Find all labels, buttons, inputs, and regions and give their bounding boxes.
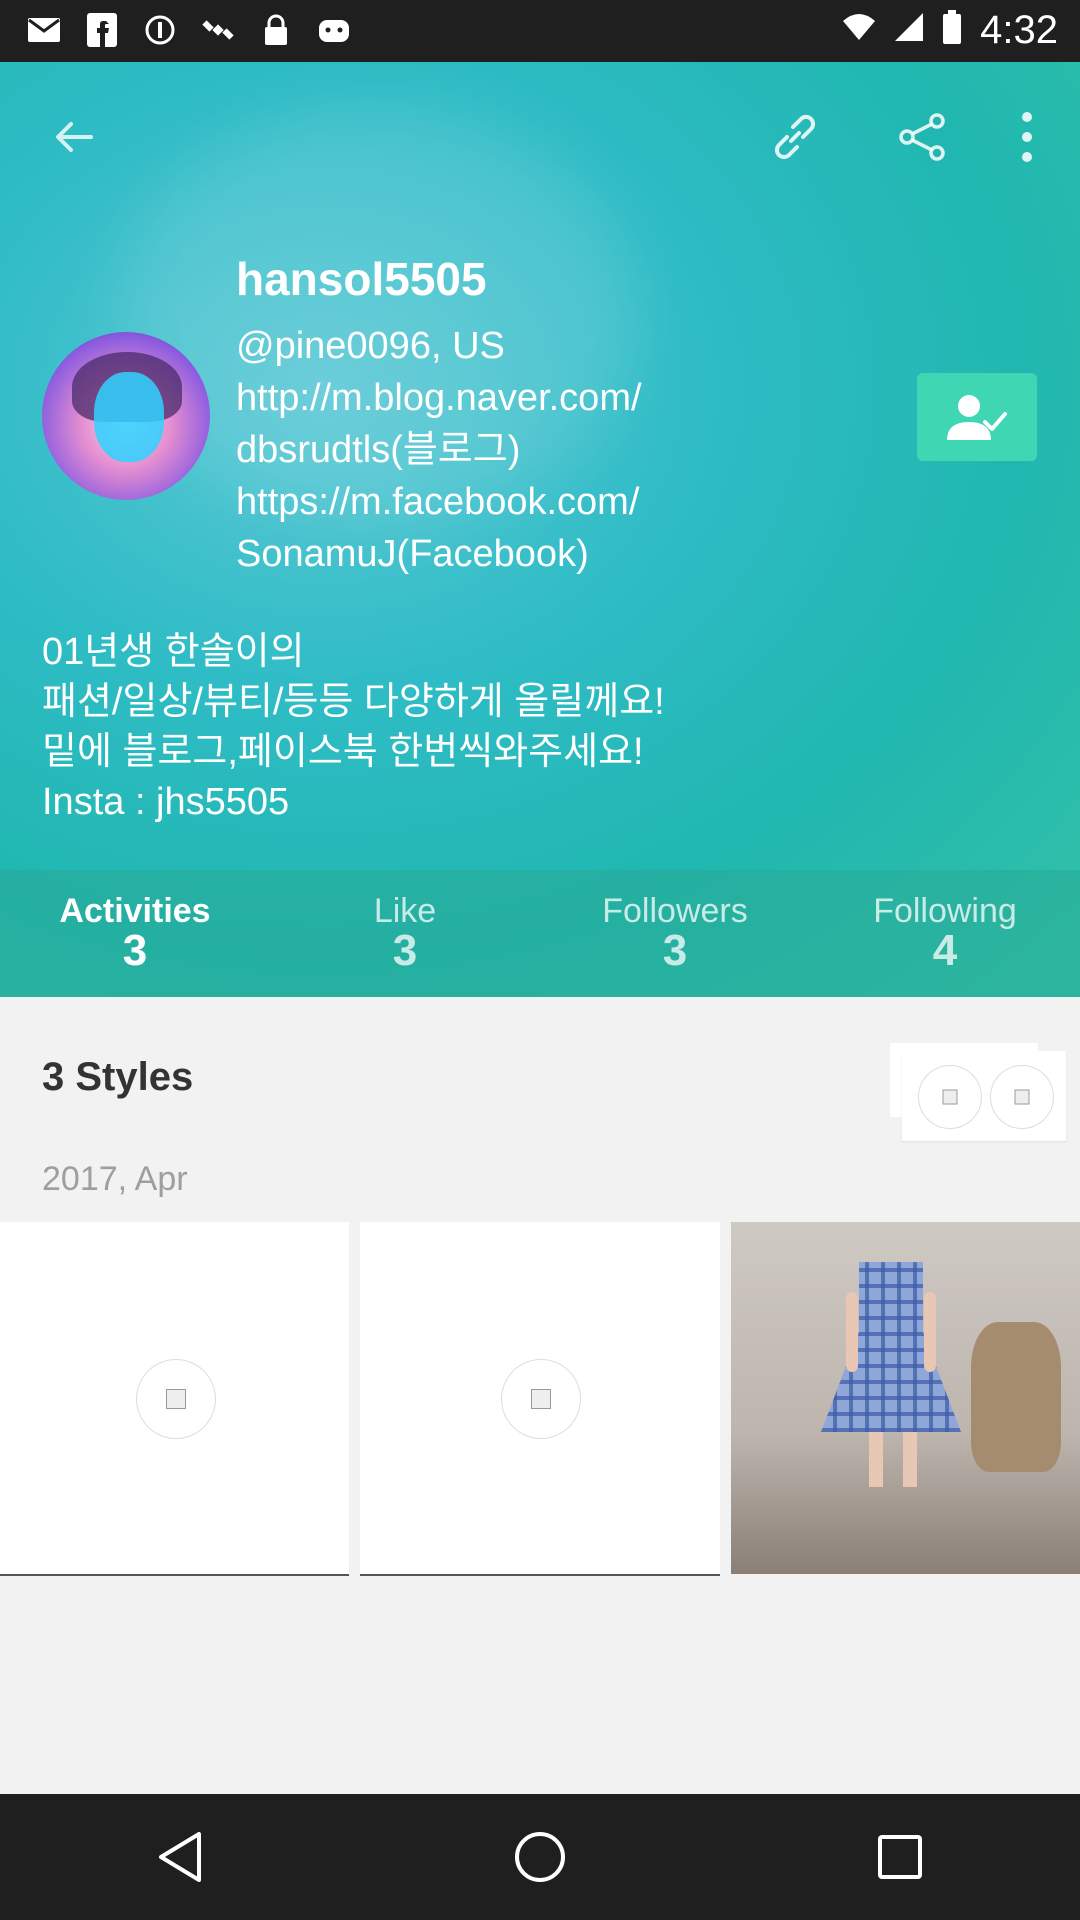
nav-home-button[interactable]	[495, 1812, 585, 1902]
facebook-link[interactable]: https://m.facebook.com/	[236, 476, 876, 528]
block-icon	[140, 10, 180, 50]
stat-count: 3	[392, 926, 418, 975]
arrow-left-icon	[56, 122, 93, 152]
system-navigation-bar	[0, 1794, 1080, 1920]
bio-line: SonamuJ(Facebook)	[236, 533, 589, 575]
circle-home-icon	[515, 1832, 565, 1882]
stat-activities[interactable]: Activities 3	[0, 870, 270, 997]
battery-icon	[942, 9, 962, 52]
style-tile[interactable]	[0, 1222, 349, 1576]
bio-line: dbsrudtls(블로그)	[236, 429, 521, 471]
bio-description: 01년생 한솔이의 패션/일상/뷰티/등등 다양하게 올릴께요! 밑에 블로그,…	[42, 627, 665, 827]
square-recents-icon	[878, 1835, 922, 1879]
share-button[interactable]	[888, 102, 958, 172]
facebook-icon	[82, 10, 122, 50]
triangle-back-icon	[159, 1832, 201, 1882]
stats-bar: Activities 3 Like 3 Followers 3 Followin…	[0, 870, 1080, 997]
more-vert-icon	[1022, 112, 1032, 162]
bag-photo	[971, 1322, 1061, 1472]
image-placeholder-icon	[990, 1065, 1054, 1129]
signal-icon	[894, 12, 924, 50]
stat-following[interactable]: Following 4	[810, 870, 1080, 997]
link-button[interactable]	[760, 102, 830, 172]
description-line: Insta : jhs5505	[42, 781, 290, 823]
link-icon	[774, 114, 816, 160]
style-collection-thumbnails[interactable]	[890, 1043, 1066, 1141]
more-options-button[interactable]	[992, 102, 1062, 172]
stat-count: 3	[662, 926, 688, 975]
follow-button[interactable]	[917, 373, 1037, 461]
nav-recents-button[interactable]	[855, 1812, 945, 1902]
date-label: 2017, Apr	[42, 1160, 188, 1198]
bio-line: @pine0096, US	[236, 325, 505, 367]
stat-count: 3	[122, 926, 148, 975]
clock: 4:32	[980, 8, 1058, 52]
notification-icons	[24, 10, 354, 50]
satellite-icon	[198, 10, 238, 50]
blog-link[interactable]: http://m.blog.naver.com/	[236, 372, 876, 424]
style-tile[interactable]	[360, 1222, 720, 1576]
nav-back-button[interactable]	[135, 1812, 225, 1902]
description-line: 01년생 한솔이의	[42, 631, 305, 673]
android-icon	[314, 10, 354, 50]
lock-icon	[256, 10, 296, 50]
profile-header: hansol5505 @pine0096, US http://m.blog.n…	[0, 62, 1080, 997]
share-icon	[899, 113, 945, 161]
status-bar: 4:32	[0, 0, 1080, 62]
image-placeholder-icon	[501, 1359, 581, 1439]
image-placeholder-icon	[135, 1359, 216, 1439]
wifi-icon	[842, 13, 876, 49]
username: hansol5505	[236, 253, 487, 305]
description-line: 패션/일상/뷰티/등등 다양하게 올릴께요!	[42, 681, 665, 723]
bio-links: @pine0096, US http://m.blog.naver.com/ d…	[236, 320, 876, 580]
stat-count: 4	[932, 926, 958, 975]
dress-photo	[821, 1262, 961, 1487]
image-placeholder-icon	[918, 1065, 982, 1129]
mail-icon	[24, 10, 64, 50]
styles-title: 3 Styles	[42, 1055, 194, 1099]
stat-followers[interactable]: Followers 3	[540, 870, 810, 997]
stat-like[interactable]: Like 3	[270, 870, 540, 997]
back-button[interactable]	[38, 102, 108, 172]
person-check-icon	[947, 395, 1007, 440]
description-line: 밑에 블로그,페이스북 한번씩와주세요!	[42, 731, 644, 773]
status-right: 4:32	[842, 8, 1058, 53]
styles-grid	[0, 1222, 1080, 1576]
style-tile-photo[interactable]	[731, 1222, 1080, 1574]
avatar[interactable]	[42, 332, 210, 500]
